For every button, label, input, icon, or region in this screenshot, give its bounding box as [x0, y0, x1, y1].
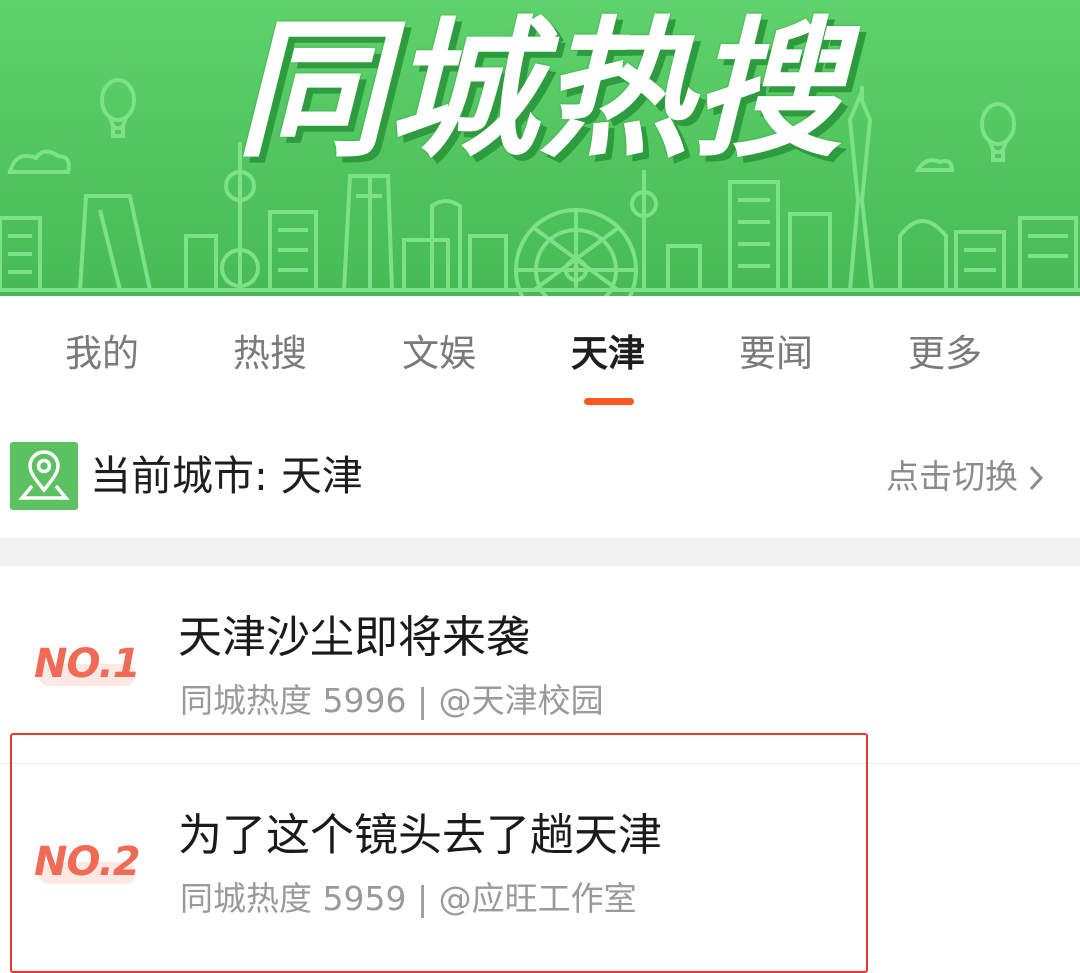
- rank-badge: NO.1: [34, 636, 144, 696]
- current-city-row: 当前城市: 天津 点击切换: [0, 440, 1080, 512]
- tab-news[interactable]: 要闻: [706, 326, 846, 382]
- rank-number: NO.2: [34, 839, 141, 885]
- current-city-label: 当前城市: 天津: [90, 452, 363, 500]
- switch-city-button[interactable]: 点击切换: [886, 454, 1044, 500]
- banner-title: 同城热搜: [235, 4, 844, 178]
- rank-badge: NO.2: [34, 834, 144, 894]
- tab-mine[interactable]: 我的: [32, 326, 172, 382]
- rank-number: NO.1: [34, 641, 141, 687]
- tab-tianjin[interactable]: 天津: [538, 326, 678, 382]
- chevron-right-icon: [1028, 454, 1044, 500]
- location-pin-icon: [10, 442, 78, 510]
- section-divider: [0, 538, 1080, 566]
- tab-hot-search[interactable]: 热搜: [200, 326, 340, 382]
- tab-more[interactable]: 更多: [875, 326, 1015, 382]
- hot-item-title: 天津沙尘即将来袭: [178, 612, 530, 663]
- tab-bar: 我的 热搜 文娱 天津 要闻 更多: [0, 296, 1080, 408]
- active-tab-indicator: [584, 398, 634, 405]
- hot-item-meta: 同城热度 5996 | @天津校园: [180, 681, 604, 720]
- banner: 同城热搜: [0, 0, 1080, 296]
- switch-city-label: 点击切换: [886, 457, 1018, 496]
- tab-entertainment[interactable]: 文娱: [369, 326, 509, 382]
